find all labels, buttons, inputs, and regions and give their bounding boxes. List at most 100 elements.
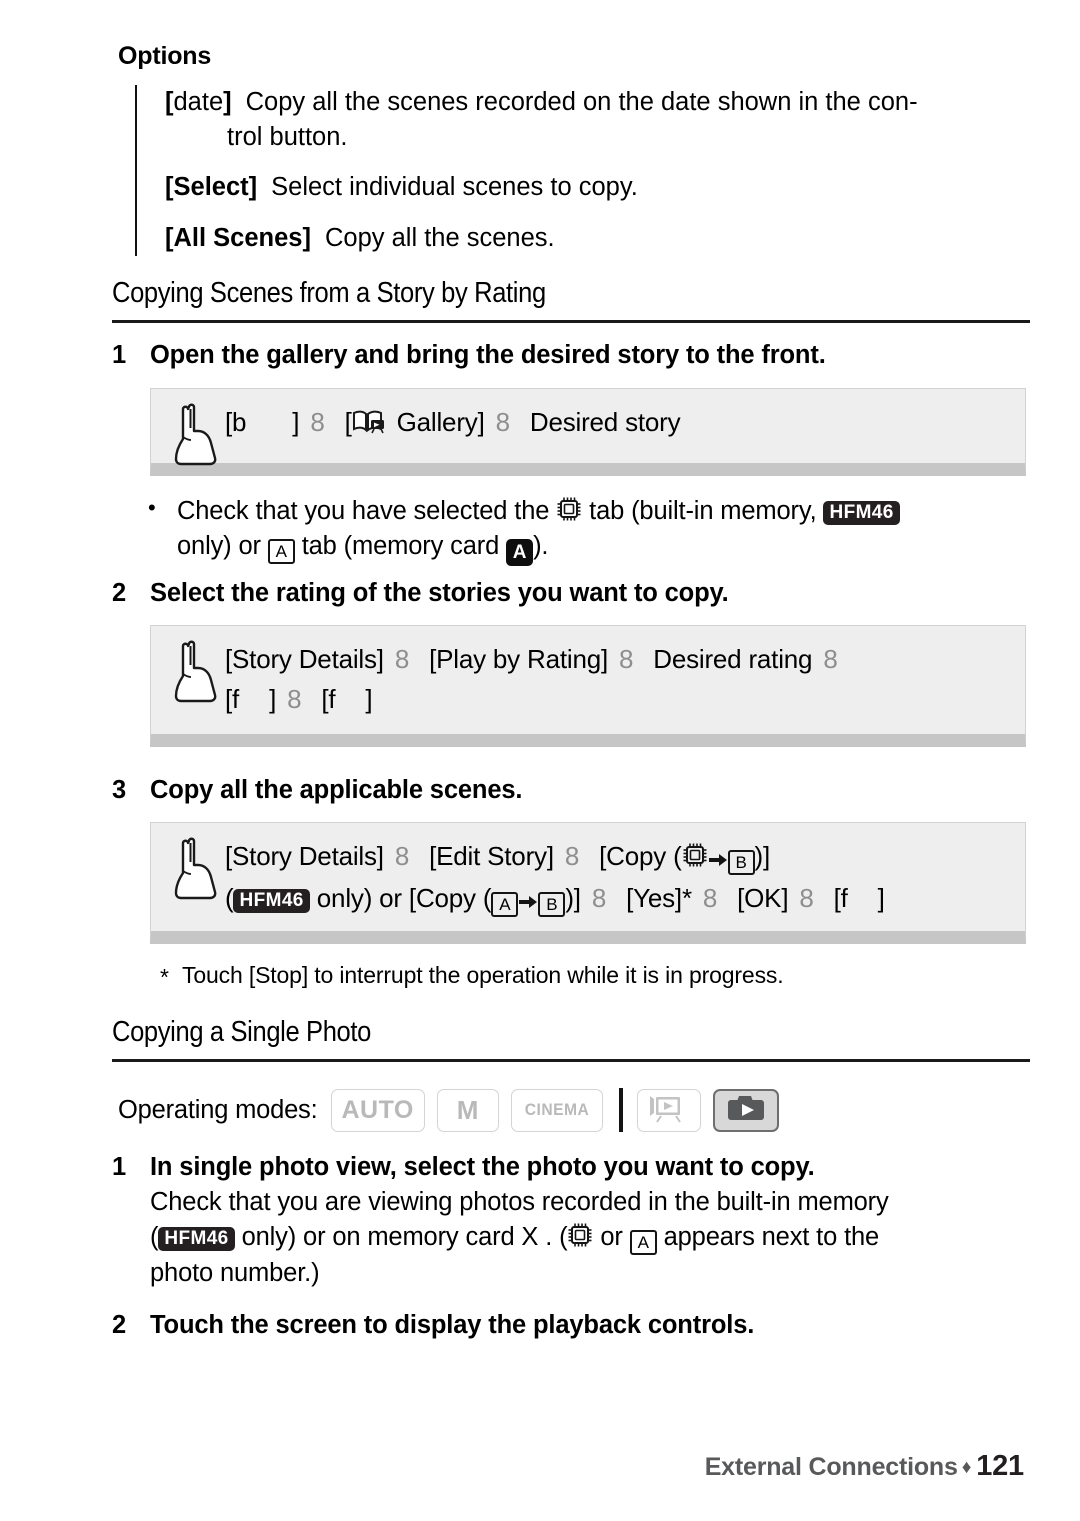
pointing-hand-icon xyxy=(167,638,219,709)
sp-sub-line-3: photo number.) xyxy=(150,1258,320,1287)
option-key-date: [date] xyxy=(165,88,232,116)
tb3-line2-e: [f xyxy=(833,882,848,913)
sp-step-2-touch-screen: 2 Touch the screen to display the playba… xyxy=(112,1308,1032,1343)
mode-label-auto: AUTO xyxy=(341,1095,414,1124)
bullet-text-5: ). xyxy=(533,532,549,561)
tb3-yes: [Yes]* xyxy=(626,882,692,913)
copy-direction-arrow-icon xyxy=(708,839,728,879)
tb2-line2-b: ] xyxy=(269,683,277,714)
mode-group-divider xyxy=(618,1088,623,1132)
options-list: [date] Copy all the scenes recorded on th… xyxy=(135,85,1028,256)
page-footer: External Connections ♦ 121 xyxy=(705,1450,1024,1483)
bullet-text-3: only) or xyxy=(177,532,261,561)
section-heading-single-photo: Copying a Single Photo xyxy=(112,1016,371,1048)
memory-card-a-box-icon: A xyxy=(491,891,519,917)
tb3-line2-arrow-2: 8 xyxy=(702,882,718,913)
memory-card-a-tab-icon: A xyxy=(629,1230,657,1256)
pointing-hand-icon xyxy=(167,401,219,472)
bullet-marker: • xyxy=(148,495,156,520)
step-1-open-gallery: 1 Open the gallery and bring the desired… xyxy=(112,338,1032,373)
footnote-text: Touch [Stop] to interrupt the operation … xyxy=(182,962,784,988)
step-number: 2 xyxy=(112,1311,127,1339)
tb2-arrow-2: 8 xyxy=(618,644,634,674)
model-badge-hfm46: HFM46 xyxy=(823,501,900,525)
footer-separator: ♦ xyxy=(961,1457,972,1478)
step-number: 1 xyxy=(112,1153,127,1181)
tb1-gallery-label: Gallery] xyxy=(396,407,485,437)
touch-instruction-box-2: [Story Details] 8 [Play by Rating] 8 Desired… xyxy=(150,625,1026,747)
option-desc-select: Select individual scenes to copy. xyxy=(271,173,638,202)
step-number: 1 xyxy=(112,341,127,369)
model-badge-hfm46: HFM46 xyxy=(158,1227,235,1252)
page-number: 121 xyxy=(976,1450,1024,1482)
tb1-part-d: Desired story xyxy=(529,407,681,437)
tb3-line2-b: )] xyxy=(565,882,581,913)
tb2-story-details: [Story Details] xyxy=(225,644,384,674)
sp-sub-line-2d: appears next to the xyxy=(663,1223,880,1252)
mode-chip-movie-playback[interactable] xyxy=(636,1088,701,1132)
gallery-book-icon xyxy=(352,407,386,434)
mode-label-cinema: CINEMA xyxy=(524,1100,590,1119)
tb3-arrow-1: 8 xyxy=(394,841,410,871)
tb3-line2-arrow-3: 8 xyxy=(799,882,814,913)
footnote-stop: * Touch [Stop] to interrupt the operatio… xyxy=(160,960,1040,991)
tb3-line2-a: only) or [Copy ( xyxy=(316,882,492,913)
mode-label-manual: M xyxy=(456,1094,479,1125)
sp-sub-line-1: Check that you are viewing photos record… xyxy=(150,1188,889,1217)
sp-sub-or: or xyxy=(600,1223,623,1252)
tb3-edit-story: [Edit Story] xyxy=(429,841,554,871)
tb3-story-details: [Story Details] xyxy=(225,841,384,871)
step-2-select-rating: 2 Select the rating of the stories you w… xyxy=(112,576,1032,611)
tb2-line2-arrow: 8 xyxy=(287,683,302,714)
footnote-marker: * xyxy=(160,964,169,990)
operating-modes-label: Operating modes: xyxy=(118,1095,318,1124)
step-number: 3 xyxy=(112,776,127,804)
copy-direction-arrow-icon xyxy=(518,881,538,921)
built-in-memory-chip-icon xyxy=(556,496,582,522)
touch-box-2-content: [Story Details] 8 [Play by Rating] 8 Desired… xyxy=(151,626,1025,731)
mode-chip-cinema[interactable]: CINEMA xyxy=(510,1088,603,1132)
tb1-part-a: [b xyxy=(225,407,247,437)
options-heading: Options xyxy=(118,42,212,70)
touch-instruction-box-1: [b] 8 [ Gallery] 8 Desired story xyxy=(150,388,1026,476)
option-desc-all-scenes: Copy all the scenes. xyxy=(324,223,555,252)
section-heading-rating: Copying Scenes from a Story by Rating xyxy=(112,277,546,309)
tb3-line2-arrow-1: 8 xyxy=(591,882,607,913)
operating-modes-row: Operating modes: AUTO M CINEMA xyxy=(118,1088,791,1132)
bullet-text-1: Check that you have selected the xyxy=(177,497,550,525)
sp-sub-open-paren: ( xyxy=(150,1223,159,1252)
bullet-text-4: tab (memory card xyxy=(301,532,500,561)
memory-card-b-box-icon: B xyxy=(538,891,566,917)
pointing-hand-icon xyxy=(167,835,219,906)
step-3-copy-scenes: 3 Copy all the applicable scenes. xyxy=(112,773,1032,808)
tb2-arrow-1: 8 xyxy=(394,644,410,674)
mode-chip-auto[interactable]: AUTO xyxy=(330,1088,425,1132)
tb3-line2-open: ( xyxy=(225,882,234,913)
tb2-line2-a: [f xyxy=(225,683,240,714)
sp-step-1-sub: Check that you are viewing photos record… xyxy=(112,1185,1032,1291)
footer-chapter: External Connections xyxy=(704,1453,958,1481)
option-desc-date-cont: trol button. xyxy=(227,123,348,152)
manual-page: Options [date] Copy all the scenes record… xyxy=(0,0,1080,1521)
option-key-all-scenes: [All Scenes] xyxy=(165,223,311,252)
options-section: Options [date] Copy all the scenes record… xyxy=(118,42,1028,256)
option-item-select: [Select] Select individual scenes to copy… xyxy=(165,170,1028,205)
bullet-check-tab: • Check that you have selected the tab (… xyxy=(148,494,1038,567)
movie-playback-icon xyxy=(648,1093,690,1128)
sp-sub-line-2a: only) or on memory card X xyxy=(241,1223,539,1252)
touch-box-3-content: [Story Details] 8 [Edit Story] 8 [Copy (B)] … xyxy=(151,823,1025,932)
touch-instruction-box-3: [Story Details] 8 [Edit Story] 8 [Copy (B)] … xyxy=(150,822,1026,944)
step-number: 2 xyxy=(112,579,127,607)
tb1-part-b: ] xyxy=(292,407,300,437)
memory-card-b-box-icon: B xyxy=(727,850,755,875)
tb1-arrow-1: 8 xyxy=(310,407,325,437)
tb1-arrow-2: 8 xyxy=(495,407,510,437)
option-item-date: [date] Copy all the scenes recorded on th… xyxy=(165,85,1028,155)
tb1-part-c: [ xyxy=(344,407,352,437)
mode-chip-manual[interactable]: M xyxy=(436,1088,499,1132)
bullet-body: Check that you have selected the tab (bu… xyxy=(148,494,1038,567)
mode-chip-photo-playback[interactable] xyxy=(712,1088,779,1132)
bullet-text-2: tab (built-in memory, xyxy=(589,497,817,525)
tb2-play-by-rating: [Play by Rating] xyxy=(429,644,608,674)
built-in-memory-chip-icon xyxy=(682,840,708,867)
